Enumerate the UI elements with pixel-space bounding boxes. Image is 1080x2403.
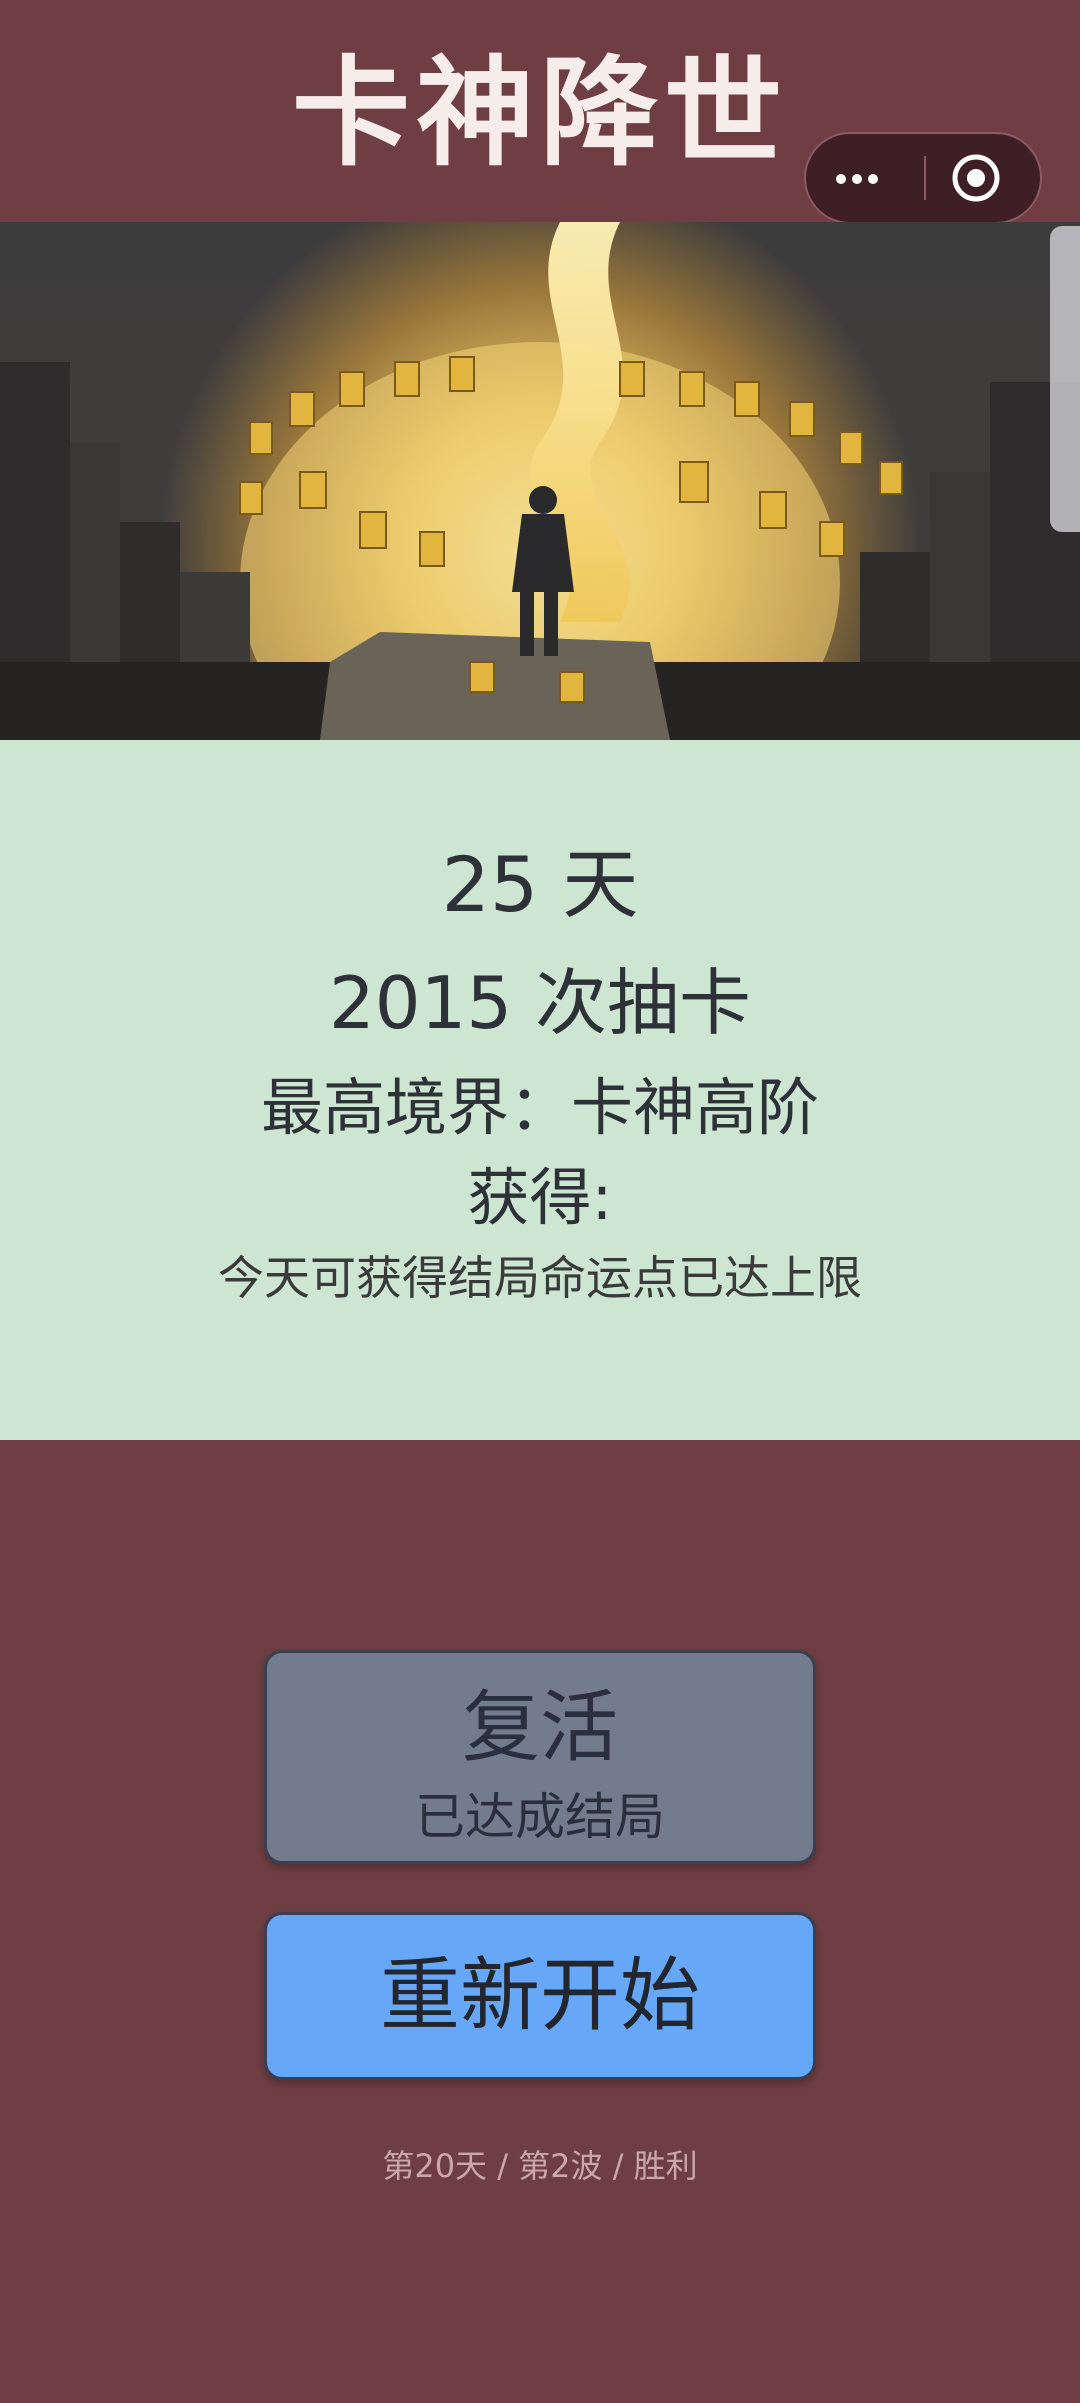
header: 卡神降世 [0, 0, 1080, 224]
wave-status-text: 第20天 / 第2波 / 胜利 [382, 2147, 698, 2185]
days-survived: 25 天 [441, 840, 639, 929]
hero-illustration [0, 222, 1080, 740]
more-dots-icon[interactable] [806, 134, 924, 222]
card-draw-count: 2015 次抽卡 [328, 961, 752, 1045]
rewards-label: 获得: [467, 1161, 613, 1234]
restart-button[interactable]: 重新开始 [264, 1912, 816, 2080]
revive-button-sublabel: 已达成结局 [415, 1788, 665, 1846]
side-scroll-tab[interactable] [1050, 226, 1080, 532]
mini-program-capsule [804, 132, 1042, 224]
rewards-limit-note: 今天可获得结局命运点已达上限 [218, 1251, 862, 1305]
game-result-screen: 卡神降世 25 天 2015 次抽卡 最高境界：卡神高阶 获得: 今天可获得结局… [0, 0, 1080, 2403]
result-stats-panel: 25 天 2015 次抽卡 最高境界：卡神高阶 获得: 今天可获得结局命运点已达… [0, 740, 1080, 1440]
restart-button-label: 重新开始 [380, 1949, 700, 2042]
revive-button-label: 复活 [461, 1683, 618, 1773]
target-circle-icon[interactable] [926, 134, 1040, 222]
revive-button[interactable]: 复活 已达成结局 [264, 1650, 816, 1864]
highest-realm: 最高境界：卡神高阶 [260, 1071, 819, 1144]
